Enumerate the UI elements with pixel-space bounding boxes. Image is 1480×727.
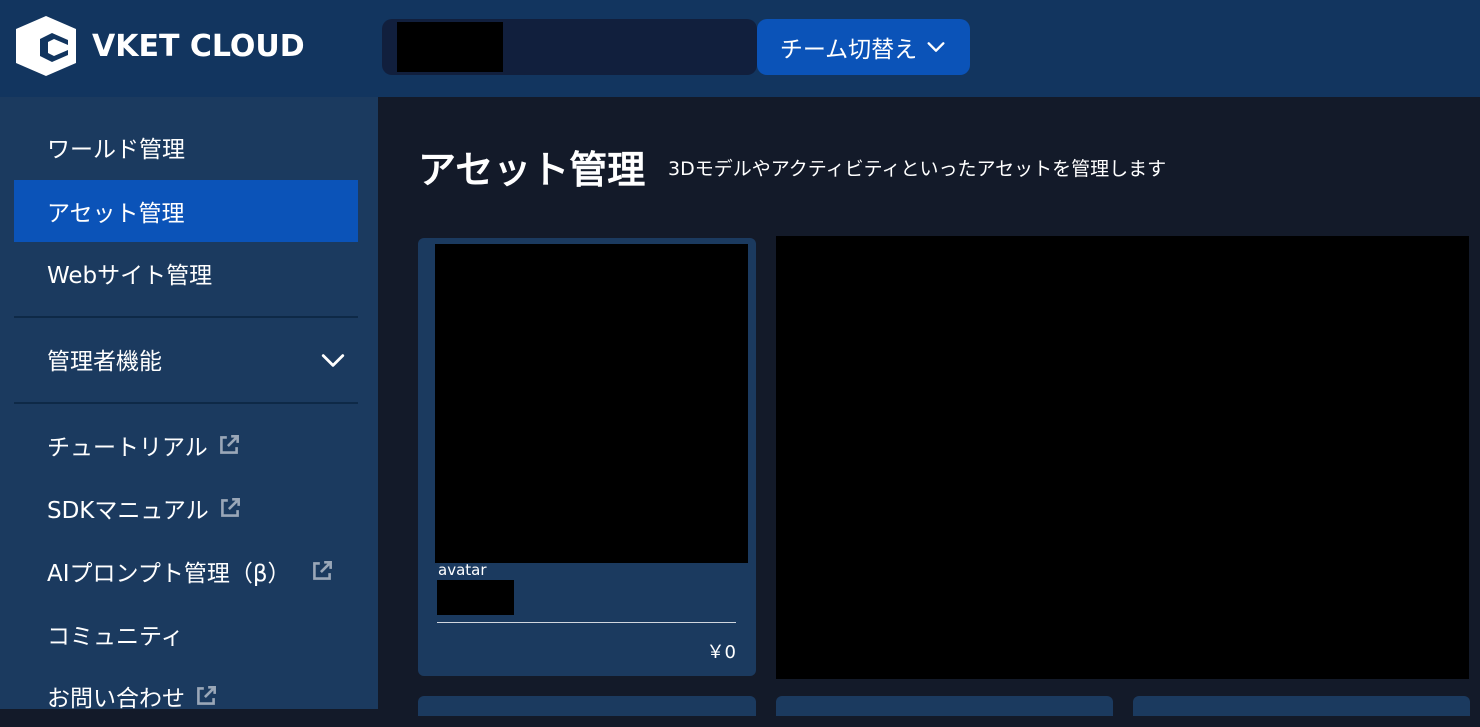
sidebar-item-label: AIプロンプト管理（β） [47,561,291,587]
sidebar-item-label: アセット管理 [47,201,185,227]
vket-cloud-logo[interactable]: VKET CLOUD [14,15,305,77]
sidebar-item-admin-features[interactable]: 管理者機能 [14,328,358,390]
sidebar-item-label: お問い合わせ [47,686,185,712]
sidebar-item-label: 管理者機能 [47,349,162,375]
redacted-team-name [397,22,503,72]
asset-type-label: avatar [438,561,487,579]
sidebar-item-contact[interactable]: お問い合わせ [14,665,358,727]
sidebar-item-world-management[interactable]: ワールド管理 [14,116,358,178]
sidebar-item-label: チュートリアル [47,435,208,461]
asset-card[interactable] [776,696,1113,716]
chevron-down-icon [321,354,345,367]
logo-text: VKET CLOUD [92,28,305,64]
asset-price: ￥0 [706,642,736,663]
asset-card-divider [437,622,736,623]
sidebar-item-community[interactable]: コミュニティ [14,603,358,665]
sidebar-item-tutorial[interactable]: チュートリアル [14,414,358,476]
top-header: VKET CLOUD チーム切替え [0,0,1480,97]
team-switch-button[interactable]: チーム切替え [757,19,970,75]
sidebar-item-asset-management[interactable]: アセット管理 [14,180,358,242]
sidebar-item-sdk-manual[interactable]: SDKマニュアル [14,477,358,539]
sidebar-divider [14,402,358,404]
sidebar-item-label: ワールド管理 [47,137,185,163]
asset-card[interactable] [1133,696,1470,716]
asset-thumbnail[interactable] [435,244,748,563]
chevron-down-icon [927,42,945,52]
sidebar-divider [14,316,358,318]
external-link-icon [219,435,239,454]
team-switch-label: チーム切替え [779,37,918,63]
asset-card[interactable] [418,696,756,716]
sidebar-item-label: コミュニティ [47,624,184,650]
sidebar-item-website-management[interactable]: Webサイト管理 [14,242,358,304]
sidebar-item-label: SDKマニュアル [47,498,209,524]
redacted-asset-name [437,580,514,615]
sidebar: ワールド管理 アセット管理 Webサイト管理 管理者機能 チュートリアル SDK… [0,97,378,712]
external-link-icon [220,498,240,517]
sidebar-item-label: Webサイト管理 [47,263,213,289]
page-subtitle: 3Dモデルやアクティビティといったアセットを管理します [668,158,1167,180]
vket-cloud-logo-icon [16,16,76,76]
asset-card[interactable]: avatar ￥0 [418,238,756,676]
page-title: アセット管理 [418,148,646,192]
team-name-field[interactable] [382,19,757,75]
external-link-icon [197,686,216,705]
asset-preview-panel[interactable] [776,236,1469,679]
sidebar-item-ai-prompt-management[interactable]: AIプロンプト管理（β） [14,540,358,602]
main-content: アセット管理 3Dモデルやアクティビティといったアセットを管理します avata… [378,97,1480,716]
external-link-icon [312,561,332,580]
